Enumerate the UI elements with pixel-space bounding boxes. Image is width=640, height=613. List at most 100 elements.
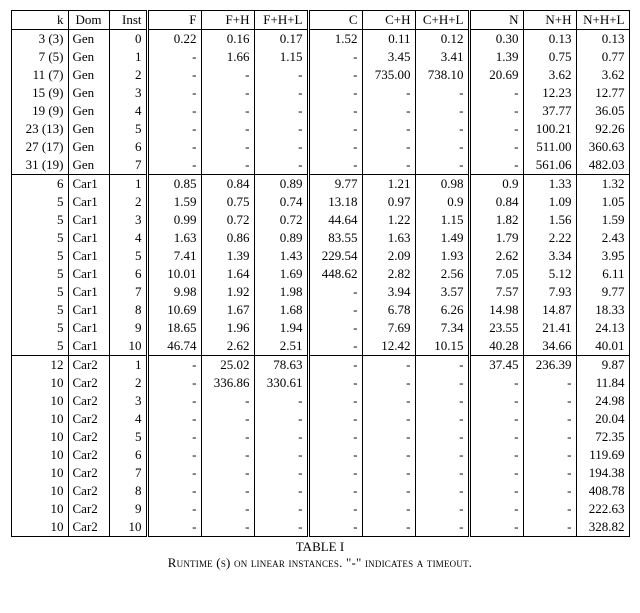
cell-NHL: 119.69 [576, 446, 629, 464]
cell-NH: - [523, 518, 576, 537]
cell-FHL: 1.94 [254, 319, 308, 337]
table-row: 15 (9)Gen3-------12.2312.77 [11, 84, 629, 102]
cell-k: 10 [11, 374, 68, 392]
cell-FHL: - [254, 500, 308, 518]
cell-k: 5 [11, 193, 68, 211]
cell-F: 0.85 [147, 175, 201, 194]
cell-FH: 336.86 [201, 374, 254, 392]
cell-CH: - [362, 446, 415, 464]
cell-C: - [308, 518, 362, 537]
hdr-inst: Inst [109, 11, 147, 30]
cell-N: - [469, 156, 523, 175]
table-row: 10Car29--------222.63 [11, 500, 629, 518]
cell-k: 5 [11, 211, 68, 229]
cell-FHL: - [254, 446, 308, 464]
cell-NH: 21.41 [523, 319, 576, 337]
cell-inst: 5 [109, 120, 147, 138]
cell-inst: 4 [109, 410, 147, 428]
cell-F: - [147, 446, 201, 464]
cell-CHL: - [415, 428, 469, 446]
cell-inst: 5 [109, 247, 147, 265]
cell-N: 20.69 [469, 66, 523, 84]
cell-CH: - [362, 84, 415, 102]
cell-CHL: 1.49 [415, 229, 469, 247]
cell-C: - [308, 66, 362, 84]
cell-C: 1.52 [308, 30, 362, 49]
cell-FH: 1.67 [201, 301, 254, 319]
cell-F: - [147, 464, 201, 482]
cell-FH: - [201, 156, 254, 175]
table-row: 5Car141.630.860.8983.551.631.491.792.222… [11, 229, 629, 247]
cell-FH: 1.96 [201, 319, 254, 337]
cell-FHL: 78.63 [254, 356, 308, 375]
cell-CH: 1.63 [362, 229, 415, 247]
cell-NHL: 194.38 [576, 464, 629, 482]
table-row: 6Car110.850.840.899.771.210.980.91.331.3… [11, 175, 629, 194]
cell-NH: 37.77 [523, 102, 576, 120]
cell-dom: Car1 [68, 211, 109, 229]
cell-FH: 0.84 [201, 175, 254, 194]
cell-C: - [308, 319, 362, 337]
cell-F: - [147, 84, 201, 102]
cell-F: - [147, 428, 201, 446]
cell-NHL: 18.33 [576, 301, 629, 319]
cell-CH: - [362, 374, 415, 392]
cell-k: 5 [11, 283, 68, 301]
cell-C: - [308, 283, 362, 301]
cell-F: - [147, 120, 201, 138]
table-caption-number: TABLE I [10, 539, 630, 555]
cell-FHL: 1.69 [254, 265, 308, 283]
cell-FH: 0.16 [201, 30, 254, 49]
cell-dom: Gen [68, 66, 109, 84]
cell-C: - [308, 392, 362, 410]
cell-CH: - [362, 518, 415, 537]
cell-FH: 1.39 [201, 247, 254, 265]
cell-CHL: 738.10 [415, 66, 469, 84]
cell-inst: 6 [109, 265, 147, 283]
cell-N: 23.55 [469, 319, 523, 337]
cell-dom: Car2 [68, 356, 109, 375]
hdr-NHL: N+H+L [576, 11, 629, 30]
cell-k: 23 (13) [11, 120, 68, 138]
cell-FHL: 1.98 [254, 283, 308, 301]
cell-NH: 5.12 [523, 265, 576, 283]
cell-NHL: 24.13 [576, 319, 629, 337]
cell-dom: Car2 [68, 518, 109, 537]
cell-CHL: 3.57 [415, 283, 469, 301]
cell-N: 37.45 [469, 356, 523, 375]
cell-k: 3 (3) [11, 30, 68, 49]
cell-F: - [147, 482, 201, 500]
cell-FHL: - [254, 428, 308, 446]
cell-F: - [147, 48, 201, 66]
cell-NHL: 328.82 [576, 518, 629, 537]
cell-FHL: - [254, 66, 308, 84]
cell-N: - [469, 446, 523, 464]
cell-CH: 0.97 [362, 193, 415, 211]
table-row: 5Car1810.691.671.68-6.786.2614.9814.8718… [11, 301, 629, 319]
cell-k: 10 [11, 446, 68, 464]
cell-NHL: 360.63 [576, 138, 629, 156]
cell-dom: Car1 [68, 175, 109, 194]
cell-CH: 7.69 [362, 319, 415, 337]
table-row: 27 (17)Gen6-------511.00360.63 [11, 138, 629, 156]
table-row: 31 (19)Gen7-------561.06482.03 [11, 156, 629, 175]
cell-inst: 8 [109, 301, 147, 319]
cell-C: 9.77 [308, 175, 362, 194]
cell-N: - [469, 374, 523, 392]
cell-NHL: 24.98 [576, 392, 629, 410]
cell-dom: Gen [68, 30, 109, 49]
cell-CH: - [362, 482, 415, 500]
cell-FH: 0.86 [201, 229, 254, 247]
cell-C: 44.64 [308, 211, 362, 229]
cell-NHL: 2.43 [576, 229, 629, 247]
cell-inst: 1 [109, 356, 147, 375]
cell-CHL: - [415, 482, 469, 500]
cell-CHL: 2.56 [415, 265, 469, 283]
cell-N: 14.98 [469, 301, 523, 319]
cell-F: - [147, 518, 201, 537]
cell-CHL: - [415, 464, 469, 482]
cell-NHL: 0.13 [576, 30, 629, 49]
table-row: 10Car27--------194.38 [11, 464, 629, 482]
table-row: 23 (13)Gen5-------100.2192.26 [11, 120, 629, 138]
cell-N: - [469, 518, 523, 537]
